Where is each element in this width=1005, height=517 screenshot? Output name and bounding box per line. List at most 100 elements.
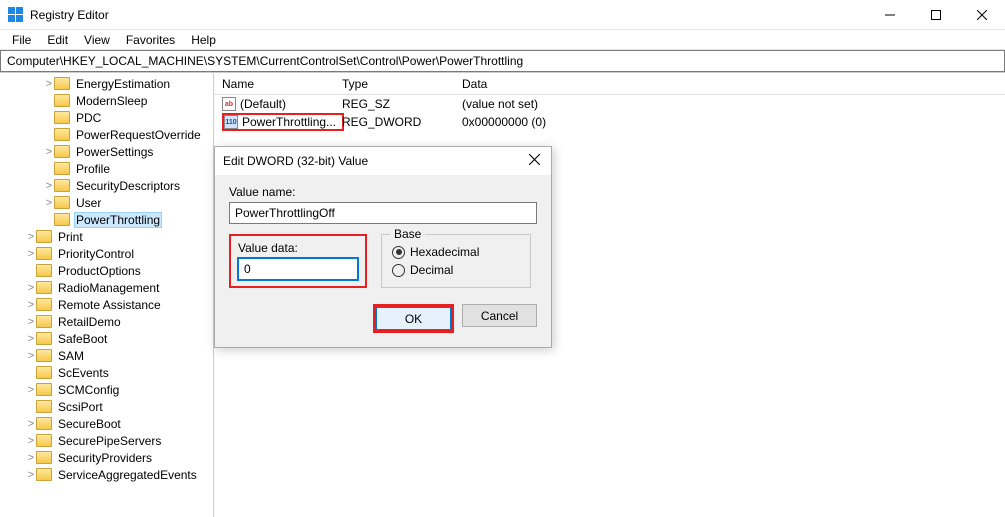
radio-decimal[interactable]: Decimal bbox=[392, 263, 520, 277]
title-bar: Registry Editor bbox=[0, 0, 1005, 30]
menu-file[interactable]: File bbox=[4, 31, 39, 49]
tree-item-label: SecurePipeServers bbox=[56, 434, 163, 448]
tree-item[interactable]: >ProductOptions bbox=[0, 262, 213, 279]
folder-icon bbox=[36, 366, 52, 379]
tree-item[interactable]: >Remote Assistance bbox=[0, 296, 213, 313]
menu-bar: File Edit View Favorites Help bbox=[0, 30, 1005, 50]
tree-item[interactable]: >Print bbox=[0, 228, 213, 245]
tree-item[interactable]: >PowerThrottling bbox=[0, 211, 213, 228]
chevron-icon[interactable]: > bbox=[26, 384, 36, 396]
chevron-icon[interactable]: > bbox=[26, 418, 36, 430]
chevron-icon[interactable]: > bbox=[26, 316, 36, 328]
tree-item-label: Profile bbox=[74, 162, 112, 176]
chevron-icon[interactable]: > bbox=[26, 248, 36, 260]
tree-item[interactable]: > SecurityProviders bbox=[0, 449, 213, 466]
tree-item[interactable]: >ScEvents bbox=[0, 364, 213, 381]
edit-dword-dialog: Edit DWORD (32-bit) Value Value name: Va… bbox=[214, 146, 552, 348]
folder-icon bbox=[36, 230, 52, 243]
address-bar[interactable]: Computer\HKEY_LOCAL_MACHINE\SYSTEM\Curre… bbox=[0, 50, 1005, 72]
dialog-title-text: Edit DWORD (32-bit) Value bbox=[223, 154, 368, 168]
tree-item-label: EnergyEstimation bbox=[74, 77, 172, 91]
col-name[interactable]: Name bbox=[222, 77, 342, 91]
tree-item[interactable]: > SAM bbox=[0, 347, 213, 364]
string-value-icon: ab bbox=[222, 97, 236, 111]
chevron-icon[interactable]: > bbox=[26, 435, 36, 447]
tree-item-label: SAM bbox=[56, 349, 86, 363]
chevron-icon[interactable]: > bbox=[26, 282, 36, 294]
folder-icon bbox=[36, 451, 52, 464]
folder-icon bbox=[36, 383, 52, 396]
minimize-button[interactable] bbox=[867, 0, 913, 29]
dialog-titlebar[interactable]: Edit DWORD (32-bit) Value bbox=[215, 147, 551, 175]
tree-item-label: ProductOptions bbox=[56, 264, 143, 278]
chevron-icon[interactable]: > bbox=[26, 452, 36, 464]
chevron-icon[interactable]: > bbox=[26, 231, 36, 243]
menu-view[interactable]: View bbox=[76, 31, 118, 49]
chevron-icon[interactable]: > bbox=[44, 180, 54, 192]
value-data-input[interactable] bbox=[238, 258, 358, 280]
tree-item[interactable]: >RetailDemo bbox=[0, 313, 213, 330]
col-data[interactable]: Data bbox=[462, 77, 1005, 91]
radio-icon bbox=[392, 264, 405, 277]
tree-item[interactable]: > PriorityControl bbox=[0, 245, 213, 262]
chevron-icon[interactable]: > bbox=[26, 469, 36, 481]
value-data: (value not set) bbox=[462, 97, 1005, 111]
folder-icon bbox=[36, 434, 52, 447]
tree-item-label: SecurityProviders bbox=[56, 451, 154, 465]
cancel-label: Cancel bbox=[481, 309, 518, 323]
close-button[interactable] bbox=[959, 0, 1005, 29]
folder-icon bbox=[54, 77, 70, 90]
radio-icon bbox=[392, 246, 405, 259]
maximize-button[interactable] bbox=[913, 0, 959, 29]
tree-item-label: PowerRequestOverride bbox=[74, 128, 203, 142]
chevron-icon[interactable]: > bbox=[26, 333, 36, 345]
col-type[interactable]: Type bbox=[342, 77, 462, 91]
tree-item[interactable]: > User bbox=[0, 194, 213, 211]
tree-item[interactable]: > EnergyEstimation bbox=[0, 75, 213, 92]
chevron-icon[interactable]: > bbox=[44, 146, 54, 158]
tree-item[interactable]: >SCMConfig bbox=[0, 381, 213, 398]
cancel-button[interactable]: Cancel bbox=[462, 304, 537, 327]
menu-edit[interactable]: Edit bbox=[39, 31, 76, 49]
value-name-input[interactable] bbox=[229, 202, 537, 224]
chevron-icon[interactable]: > bbox=[44, 78, 54, 90]
tree-item[interactable]: >SecurityDescriptors bbox=[0, 177, 213, 194]
folder-icon bbox=[36, 400, 52, 413]
tree-item[interactable]: >SafeBoot bbox=[0, 330, 213, 347]
tree-pane[interactable]: >EnergyEstimation>ModernSleep>PDC>PowerR… bbox=[0, 73, 214, 517]
tree-item-label: PowerThrottling bbox=[74, 212, 162, 228]
tree-item[interactable]: > SecurePipeServers bbox=[0, 432, 213, 449]
list-row[interactable]: 110PowerThrottling...REG_DWORD0x00000000… bbox=[214, 113, 1005, 131]
tree-item-label: PowerSettings bbox=[74, 145, 155, 159]
tree-item[interactable]: >SecureBoot bbox=[0, 415, 213, 432]
chevron-icon[interactable]: > bbox=[44, 197, 54, 209]
folder-icon bbox=[54, 111, 70, 124]
list-row[interactable]: ab(Default)REG_SZ(value not set) bbox=[214, 95, 1005, 113]
folder-icon bbox=[54, 145, 70, 158]
tree-item-label: PriorityControl bbox=[56, 247, 136, 261]
tree-item[interactable]: >RadioManagement bbox=[0, 279, 213, 296]
radio-hexadecimal[interactable]: Hexadecimal bbox=[392, 245, 520, 259]
list-header[interactable]: Name Type Data bbox=[214, 73, 1005, 95]
chevron-icon[interactable]: > bbox=[26, 350, 36, 362]
tree-item[interactable]: > ServiceAggregatedEvents bbox=[0, 466, 213, 483]
window-title: Registry Editor bbox=[30, 8, 109, 22]
tree-item[interactable]: >ScsiPort bbox=[0, 398, 213, 415]
tree-item[interactable]: > PowerSettings bbox=[0, 143, 213, 160]
menu-help[interactable]: Help bbox=[183, 31, 224, 49]
tree-item[interactable]: >PDC bbox=[0, 109, 213, 126]
menu-favorites[interactable]: Favorites bbox=[118, 31, 183, 49]
ok-button[interactable]: OK bbox=[376, 307, 451, 330]
dialog-close-button[interactable] bbox=[525, 154, 543, 168]
tree-item-label: ScsiPort bbox=[56, 400, 105, 414]
folder-icon bbox=[54, 213, 70, 226]
tree-item[interactable]: >Profile bbox=[0, 160, 213, 177]
base-group: Base Hexadecimal Decimal bbox=[381, 234, 531, 288]
app-icon bbox=[8, 7, 24, 23]
tree-item[interactable]: >PowerRequestOverride bbox=[0, 126, 213, 143]
chevron-icon[interactable]: > bbox=[26, 299, 36, 311]
tree-item[interactable]: >ModernSleep bbox=[0, 92, 213, 109]
tree-item-label: User bbox=[74, 196, 103, 210]
tree-item-label: ServiceAggregatedEvents bbox=[56, 468, 199, 482]
tree-item-label: ScEvents bbox=[56, 366, 111, 380]
